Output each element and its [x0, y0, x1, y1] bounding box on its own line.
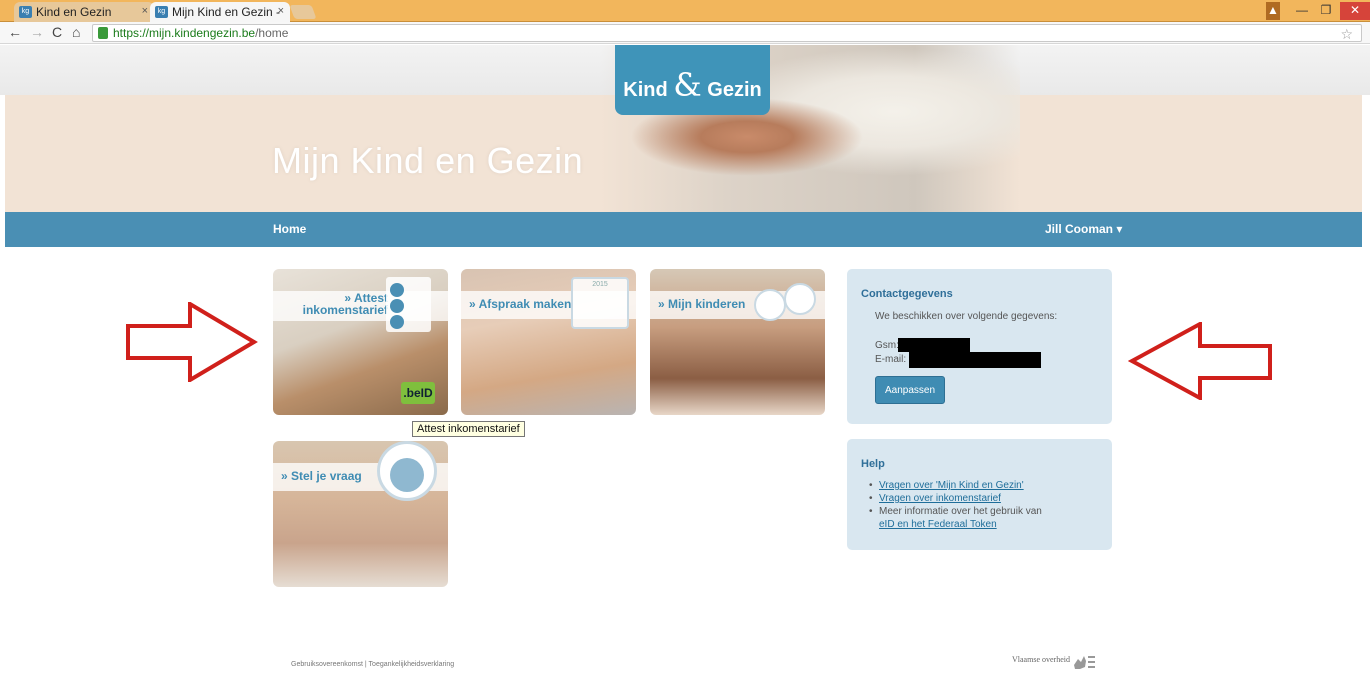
close-icon[interactable]: ×	[142, 5, 148, 17]
forward-arrow-icon[interactable]: →	[30, 24, 44, 40]
gsm-redacted	[898, 338, 970, 352]
reload-icon[interactable]: C	[52, 24, 62, 40]
tab-label: Mijn Kind en Gezin -	[172, 5, 281, 19]
help-link-inkomenstarief[interactable]: Vragen over inkomenstarief	[879, 493, 1001, 504]
minimize-icon[interactable]: —	[1292, 2, 1312, 20]
calendar-year: 2015	[592, 281, 608, 288]
browser-tab-kind-en-gezin[interactable]: kg Kind en Gezin ×	[14, 2, 154, 22]
children-faces-icon	[750, 281, 818, 321]
contact-intro: We beschikken over volgende gegevens:	[875, 311, 1058, 322]
calendar-icon: 2015	[571, 277, 629, 329]
email-redacted	[909, 352, 1041, 368]
help-item: Vragen over 'Mijn Kind en Gezin'	[869, 479, 1104, 492]
user-menu[interactable]: Jill Cooman ▾	[1045, 222, 1122, 236]
kg-favicon-icon: kg	[155, 6, 168, 18]
main-navigation: Home Jill Cooman ▾	[5, 212, 1362, 247]
site-title: Mijn Kind en Gezin	[272, 140, 584, 181]
user-profile-icon[interactable]: ▲	[1266, 2, 1280, 20]
new-tab-button[interactable]	[289, 5, 317, 19]
help-title: Help	[861, 458, 885, 470]
tile-attest-inkomenstarief[interactable]: » Attest inkomenstarief .beID	[273, 269, 448, 415]
euro-icon	[390, 283, 404, 297]
maximize-icon[interactable]: ❐	[1316, 2, 1336, 20]
child-face-icon	[784, 283, 816, 315]
footer-brand: Vlaamse overheid	[1012, 655, 1070, 664]
document-list-icon	[386, 277, 431, 332]
help-item: Vragen over inkomenstarief	[869, 492, 1104, 505]
help-link-mijn-kind-en-gezin[interactable]: Vragen over 'Mijn Kind en Gezin'	[879, 480, 1024, 491]
logo-ampersand: &	[673, 66, 702, 104]
footer-links[interactable]: Gebruiksovereenkomst | Toegankelijkheids…	[291, 661, 454, 668]
tab-label: Kind en Gezin	[36, 5, 112, 19]
browser-tab-mijn-kind-en-gezin[interactable]: kg Mijn Kind en Gezin - ×	[150, 2, 290, 22]
tile-stel-je-vraag[interactable]: » Stel je vraag	[273, 441, 448, 587]
edit-contact-button[interactable]: Aanpassen	[875, 376, 945, 404]
site-logo[interactable]: Kind & Gezin	[615, 45, 770, 115]
logo-text-left: Kind	[623, 79, 668, 101]
flemish-lion-logo-icon	[1074, 656, 1095, 669]
help-list: Vragen over 'Mijn Kind en Gezin' Vragen …	[869, 479, 1104, 531]
annotation-arrow-right-icon	[126, 302, 258, 382]
lock-icon	[98, 27, 108, 39]
help-item: Meer informatie over het gebruik van eID …	[869, 505, 1104, 531]
euro-icon	[390, 315, 404, 329]
email-label: E-mail:	[875, 354, 907, 365]
help-link-eid-token[interactable]: eID en het Federaal Token	[879, 519, 997, 530]
beid-logo: .beID	[401, 382, 435, 404]
contact-panel: Contactgegevens We beschikken over volge…	[847, 269, 1112, 424]
url-path: /home	[255, 26, 289, 40]
url-host: https://mijn.kindengezin.be	[113, 26, 256, 40]
annotation-arrow-left-icon	[1128, 322, 1272, 400]
nav-home-link[interactable]: Home	[273, 222, 306, 236]
browser-toolbar: ← → C ⌂ https://mijn.kindengezin.be/home…	[0, 22, 1370, 44]
address-bar[interactable]: https://mijn.kindengezin.be/home ☆	[92, 24, 1362, 42]
helpdesk-face-icon	[377, 441, 437, 501]
tooltip: Attest inkomenstarief	[412, 421, 525, 437]
window-close-icon[interactable]: ✕	[1340, 2, 1370, 20]
euro-icon	[390, 299, 404, 313]
contact-title: Contactgegevens	[861, 288, 953, 300]
tile-afspraak-maken[interactable]: » Afspraak maken 2015	[461, 269, 636, 415]
tile-mijn-kinderen[interactable]: » Mijn kinderen	[650, 269, 825, 415]
kg-favicon-icon: kg	[19, 6, 32, 18]
child-face-icon	[754, 289, 786, 321]
gsm-label: Gsm:	[875, 340, 899, 351]
browser-tab-bar: kg Kind en Gezin × kg Mijn Kind en Gezin…	[0, 0, 1370, 22]
close-icon[interactable]: ×	[278, 5, 284, 17]
help-panel: Help Vragen over 'Mijn Kind en Gezin' Vr…	[847, 439, 1112, 550]
home-icon[interactable]: ⌂	[72, 24, 80, 40]
back-arrow-icon[interactable]: ←	[8, 24, 22, 40]
logo-text-right: Gezin	[707, 79, 762, 101]
help-text: Meer informatie over het gebruik van	[879, 506, 1042, 517]
bookmark-star-icon[interactable]: ☆	[1340, 26, 1353, 42]
